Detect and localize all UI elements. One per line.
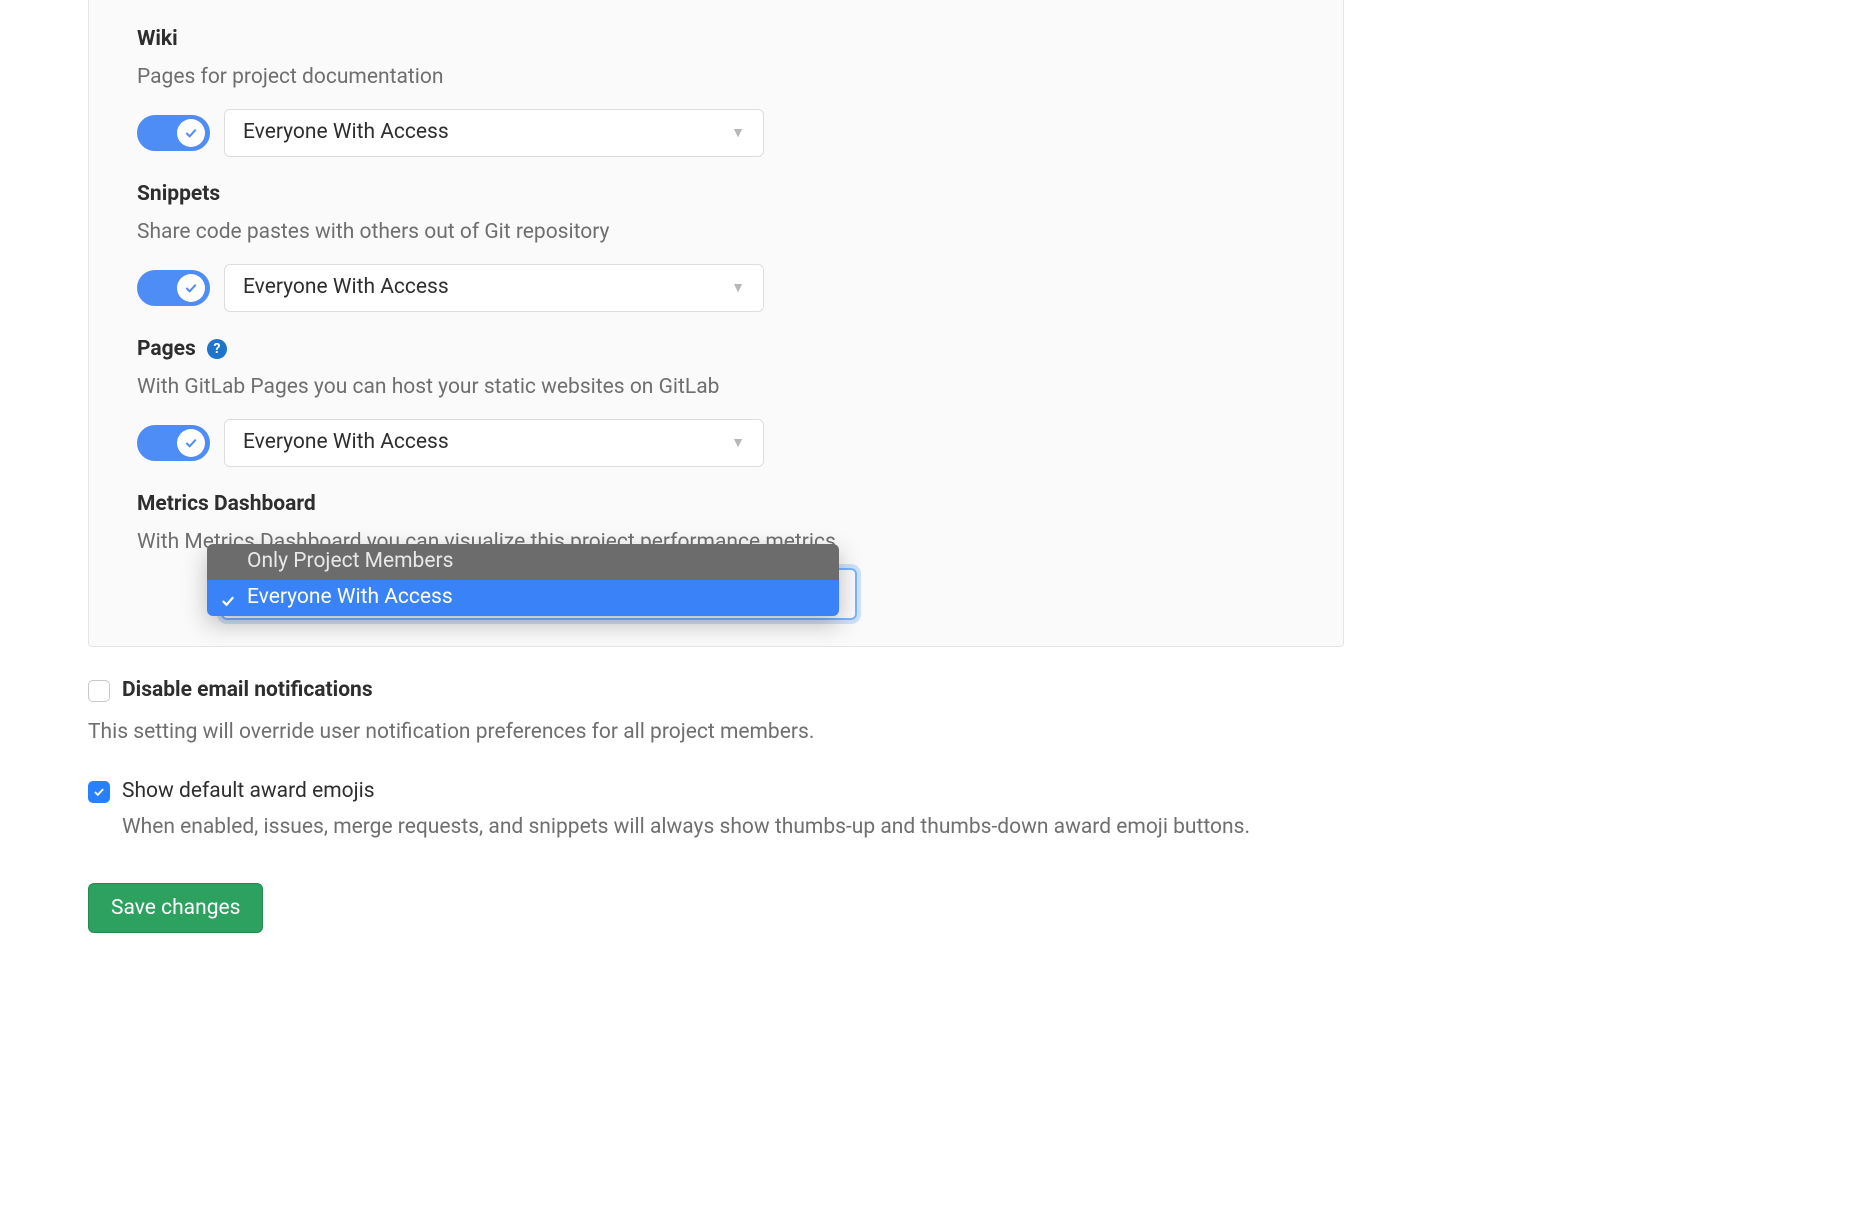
disable-email-checkbox[interactable]	[88, 680, 110, 702]
help-icon[interactable]: ?	[207, 339, 227, 359]
disable-email-row: Disable email notifications	[88, 675, 1344, 707]
wiki-access-selected: Everyone With Access	[243, 117, 449, 149]
snippets-toggle[interactable]	[137, 270, 210, 306]
snippets-access-selected: Everyone With Access	[243, 272, 449, 304]
check-icon	[177, 429, 205, 457]
snippets-access-dropdown[interactable]: Everyone With Access ▼	[224, 264, 764, 312]
snippets-title: Snippets	[137, 179, 1295, 211]
metrics-option-everyone-label: Everyone With Access	[247, 582, 453, 614]
chevron-down-icon: ▼	[731, 278, 745, 299]
check-icon	[177, 274, 205, 302]
check-icon	[219, 589, 237, 607]
metrics-option-only-members[interactable]: Only Project Members	[207, 544, 839, 580]
chevron-down-icon: ▼	[731, 123, 745, 144]
award-emojis-row: Show default award emojis When enabled, …	[88, 776, 1344, 873]
metrics-option-only-members-label: Only Project Members	[247, 546, 453, 578]
award-emojis-desc: When enabled, issues, merge requests, an…	[122, 812, 1250, 844]
snippets-section: Snippets Share code pastes with others o…	[137, 179, 1295, 312]
chevron-down-icon: ▼	[731, 433, 745, 454]
wiki-access-dropdown[interactable]: Everyone With Access ▼	[224, 109, 764, 157]
visibility-permissions-panel: Wiki Pages for project documentation Eve…	[88, 0, 1344, 647]
wiki-section: Wiki Pages for project documentation Eve…	[137, 24, 1295, 157]
disable-email-label: Disable email notifications	[122, 675, 373, 707]
save-changes-button[interactable]: Save changes	[88, 883, 263, 933]
wiki-title: Wiki	[137, 24, 1295, 56]
metrics-access-dropdown-list: Only Project Members Everyone With Acces…	[207, 544, 839, 616]
metrics-title: Metrics Dashboard	[137, 489, 1295, 521]
award-emojis-label: Show default award emojis	[122, 776, 1250, 808]
pages-title: Pages ?	[137, 334, 1295, 366]
pages-title-text: Pages	[137, 337, 196, 361]
pages-section: Pages ? With GitLab Pages you can host y…	[137, 334, 1295, 467]
check-icon	[177, 119, 205, 147]
pages-access-dropdown[interactable]: Everyone With Access ▼	[224, 419, 764, 467]
metrics-section: Metrics Dashboard With Metrics Dashboard…	[137, 489, 1295, 558]
pages-toggle[interactable]	[137, 425, 210, 461]
snippets-desc: Share code pastes with others out of Git…	[137, 217, 1295, 249]
metrics-option-everyone[interactable]: Everyone With Access	[207, 580, 839, 616]
wiki-toggle[interactable]	[137, 115, 210, 151]
disable-email-desc: This setting will override user notifica…	[88, 717, 1344, 749]
pages-desc: With GitLab Pages you can host your stat…	[137, 372, 1295, 404]
wiki-desc: Pages for project documentation	[137, 62, 1295, 94]
pages-access-selected: Everyone With Access	[243, 427, 449, 459]
award-emojis-checkbox[interactable]	[88, 781, 110, 803]
